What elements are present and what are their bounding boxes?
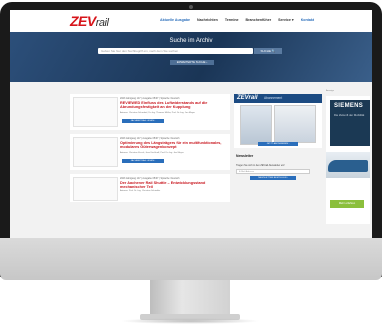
article-thumbnail (73, 177, 118, 201)
subscribe-button[interactable]: JETZT ABONNIEREN › (258, 142, 298, 146)
nav-nachrichten[interactable]: Nachrichten (197, 18, 218, 22)
nav-service[interactable]: Service ▾ (278, 18, 294, 22)
magazine-cover (240, 105, 272, 145)
stand-shadow (120, 318, 260, 324)
article-title[interactable]: Der Aachener Rail Shuttle – Entwicklungs… (120, 181, 226, 189)
article-meta: 2023 Jahrgang 147 | Ausgabe 05/07 | Spra… (120, 137, 180, 140)
search-title: Suche im Archiv (169, 38, 213, 44)
nav-branchenfuehrer[interactable]: Branchenfüher (246, 18, 272, 22)
magazine-cover-stack (274, 105, 316, 143)
subscription-logo: ZEVrail (237, 95, 258, 101)
siemens-banner[interactable]: SIEMENS Die Zukunft der Mobilität Mehr e… (326, 96, 370, 224)
newsletter-box: Newsletter Tragen Sie sich in den ZEVrai… (234, 152, 322, 192)
subscription-label: Abonnement (264, 96, 283, 100)
article-authors: Autoren: Christian Kirsch, Jens Kirchhof… (120, 152, 184, 154)
article-meta: 2023 Jahrgang 147 | Ausgabe 05/07 | Spra… (120, 177, 180, 180)
nav-aktuelle-ausgabe[interactable]: Aktuelle Ausgabe (160, 18, 190, 22)
nav-termine[interactable]: Termine (225, 18, 239, 22)
email-field[interactable]: E-Mail-Adresse (236, 169, 310, 174)
main-nav: Aktuelle Ausgabe Nachrichten Termine Bra… (160, 18, 314, 22)
article-card[interactable]: 2023 Jahrgang 147 | Ausgabe 05/07 | Spra… (70, 94, 230, 130)
article-thumbnail (73, 97, 118, 127)
advanced-search-button[interactable]: ERWEITERTE SUCHE › (170, 60, 214, 65)
article-thumbnail (73, 137, 118, 167)
article-card[interactable]: 2023 Jahrgang 147 | Ausgabe 05/07 | Spra… (70, 134, 230, 170)
main-content: 2023 Jahrgang 147 | Ausgabe 05/07 | Spra… (70, 94, 326, 238)
train-image (326, 152, 370, 178)
nav-kontakt[interactable]: Kontakt (301, 18, 314, 22)
subscription-header: ZEVrail Abonnement (234, 94, 322, 103)
imac-device: ZEVrail Aktuelle Ausgabe Nachrichten Ter… (0, 0, 382, 326)
read-article-button[interactable]: FACHBEITRAG LESEN › (122, 159, 164, 163)
subscription-box: ZEVrail Abonnement JETZT ABONNIEREN › (234, 94, 322, 148)
camera-icon (189, 5, 193, 9)
search-button[interactable]: SUCHE 🔍 (254, 48, 282, 54)
screen: ZEVrail Aktuelle Ausgabe Nachrichten Ter… (10, 10, 372, 238)
search-input[interactable]: Geben Sie hier den Suchbegriff ein, nach… (98, 48, 253, 54)
imac-stand (150, 280, 230, 316)
siemens-logo: SIEMENS (334, 103, 364, 109)
train-icon (328, 160, 368, 172)
article-title[interactable]: REVIEWED Einfluss des Luftwiderstands au… (120, 101, 226, 109)
banner-text: Die Zukunft der Mobilität (334, 113, 365, 117)
article-meta: 2023 Jahrgang 147 | Ausgabe 05/07 | Spra… (120, 97, 180, 100)
imac-chin (0, 238, 382, 280)
article-authors: Autoren: Prof. Dr.-Ing. Christian Schind… (120, 190, 161, 192)
logo-main: ZEV (70, 13, 96, 29)
ad-label: Anzeige (326, 90, 334, 92)
article-title[interactable]: Optimierung des Längsträgers für ein mul… (120, 141, 226, 149)
newsletter-title: Newsletter (236, 154, 254, 158)
banner-header: SIEMENS Die Zukunft der Mobilität (330, 100, 370, 146)
site-header: ZEVrail Aktuelle Ausgabe Nachrichten Ter… (10, 10, 372, 33)
newsletter-text: Tragen Sie sich in den ZEVrail-Newslette… (236, 164, 285, 167)
search-hero: Suche im Archiv Geben Sie hier den Suchb… (10, 32, 372, 82)
article-authors: Autoren: Christian Schnabel, Dr.-Ing. Th… (120, 112, 195, 114)
article-card[interactable]: 2023 Jahrgang 147 | Ausgabe 05/07 | Spra… (70, 174, 230, 202)
read-article-button[interactable]: FACHBEITRAG LESEN › (122, 119, 164, 123)
banner-learn-more-button[interactable]: Mehr erfahren (330, 200, 364, 208)
newsletter-subscribe-button[interactable]: NEWSLETTER BESTELLEN › (250, 176, 296, 180)
site-logo[interactable]: ZEVrail (70, 13, 109, 29)
logo-sub: rail (95, 17, 109, 29)
